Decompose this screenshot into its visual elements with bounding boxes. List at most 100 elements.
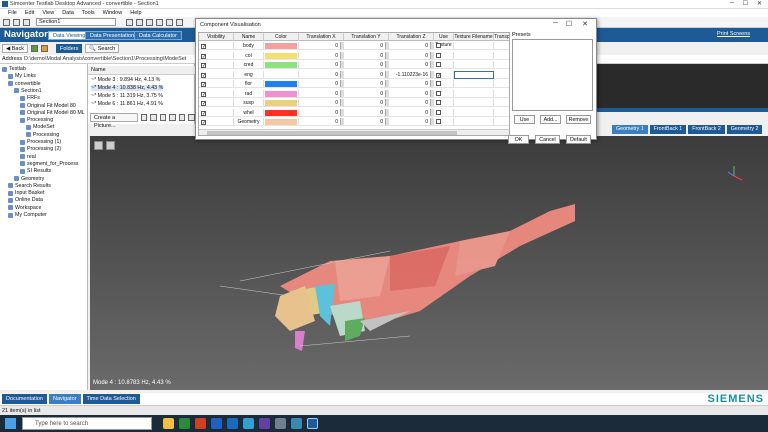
up-folder-icon[interactable] bbox=[41, 44, 48, 52]
add-button[interactable]: Add... bbox=[540, 115, 561, 124]
section-combo[interactable]: Section1 bbox=[36, 18, 116, 26]
cell-value[interactable]: eng bbox=[244, 72, 252, 78]
spin-arrows-icon[interactable] bbox=[340, 99, 343, 106]
geometry-viewport[interactable] bbox=[90, 136, 768, 390]
tab-documentation[interactable]: Documentation bbox=[2, 394, 47, 404]
spin-arrows-icon[interactable] bbox=[340, 61, 343, 68]
list-item[interactable]: ~* Mode 5 : 11.319 Hz, 3.75 % bbox=[91, 93, 163, 99]
app-icon-9[interactable] bbox=[291, 418, 302, 429]
tree-node[interactable]: Original Fit Model 80 bbox=[20, 103, 76, 109]
menu-data[interactable]: Data bbox=[62, 10, 74, 16]
spin-arrows-icon[interactable] bbox=[385, 99, 388, 106]
tool-icon-1[interactable] bbox=[126, 18, 133, 26]
list-item[interactable]: ~* Mode 3 : 9.894 Hz, 4.13 % bbox=[91, 77, 160, 83]
cell-value[interactable]: cred bbox=[244, 62, 254, 68]
search-button[interactable]: 🔍 Search bbox=[85, 43, 120, 53]
forward-icon[interactable] bbox=[31, 44, 38, 52]
tree-node[interactable]: My Links bbox=[8, 73, 36, 79]
tree-node[interactable]: My Computer bbox=[8, 212, 47, 218]
table-cell[interactable] bbox=[494, 61, 509, 69]
table-cell[interactable] bbox=[454, 80, 494, 88]
pic-tool-icon-1[interactable] bbox=[140, 113, 148, 121]
save-icon[interactable] bbox=[23, 18, 30, 26]
cell-value[interactable]: 0 bbox=[425, 119, 428, 125]
cancel-button[interactable]: Cancel bbox=[535, 135, 560, 144]
table-cell[interactable] bbox=[454, 108, 494, 117]
spin-arrows-icon[interactable] bbox=[430, 42, 433, 49]
table-cell[interactable] bbox=[454, 42, 494, 50]
cell-value[interactable]: 0 bbox=[335, 119, 338, 125]
color-swatch[interactable] bbox=[265, 81, 297, 87]
cell-value[interactable]: 0 bbox=[425, 81, 428, 87]
spin-arrows-icon[interactable] bbox=[385, 108, 388, 116]
visibility-checkbox[interactable]: ✓ bbox=[201, 44, 206, 50]
color-swatch[interactable] bbox=[265, 100, 297, 106]
cell-value[interactable]: 0 bbox=[380, 53, 383, 59]
print-screens-link[interactable]: Print Screens bbox=[717, 31, 750, 37]
cell-value[interactable]: 0 bbox=[425, 100, 428, 106]
spin-arrows-icon[interactable] bbox=[340, 42, 343, 49]
menu-view[interactable]: View bbox=[42, 10, 54, 16]
use-texture-checkbox[interactable]: ✓ bbox=[436, 72, 441, 78]
open-icon[interactable] bbox=[13, 18, 20, 26]
color-swatch[interactable] bbox=[265, 119, 297, 125]
cell-value[interactable]: 0 bbox=[335, 62, 338, 68]
color-swatch[interactable] bbox=[265, 52, 297, 59]
maximize-button[interactable]: ☐ bbox=[743, 0, 748, 7]
pic-tool-icon-4[interactable] bbox=[169, 113, 176, 121]
tree-node[interactable]: segment_for_Process bbox=[20, 161, 79, 167]
color-swatch[interactable] bbox=[265, 43, 297, 49]
table-cell[interactable] bbox=[494, 80, 509, 88]
minimize-button[interactable]: ─ bbox=[730, 0, 734, 6]
pic-tool-icon-5[interactable] bbox=[178, 113, 186, 121]
menu-tools[interactable]: Tools bbox=[82, 10, 95, 16]
cell-value[interactable]: 0 bbox=[380, 62, 383, 68]
menu-file[interactable]: File bbox=[8, 10, 17, 16]
spin-arrows-icon[interactable] bbox=[385, 89, 388, 97]
cell-value[interactable]: 0 bbox=[425, 110, 428, 116]
cell-value[interactable]: flor bbox=[245, 81, 252, 87]
visibility-checkbox[interactable]: ✓ bbox=[201, 63, 206, 69]
spin-arrows-icon[interactable] bbox=[385, 118, 388, 125]
tree-node[interactable]: Processing (1) bbox=[20, 139, 61, 145]
use-texture-checkbox[interactable] bbox=[436, 62, 441, 67]
visibility-checkbox[interactable]: ✓ bbox=[201, 91, 206, 97]
powerpoint-icon[interactable] bbox=[195, 418, 206, 429]
cell-value[interactable]: 0 bbox=[380, 81, 383, 87]
spin-arrows-icon[interactable] bbox=[430, 99, 433, 106]
ok-button[interactable]: OK bbox=[508, 135, 529, 144]
tree-node[interactable]: Workspace bbox=[8, 205, 41, 211]
folders-button[interactable]: Folders bbox=[56, 43, 83, 53]
cell-value[interactable]: 0 bbox=[335, 53, 338, 59]
spin-arrows-icon[interactable] bbox=[340, 80, 343, 87]
tab-geometry-1[interactable]: Geometry 1 bbox=[612, 125, 648, 134]
address-input[interactable]: D:\demo\Modal Analysis\convertible\Secti… bbox=[24, 56, 186, 62]
cell-value[interactable]: body bbox=[243, 43, 254, 49]
cell-value[interactable]: 0 bbox=[335, 100, 338, 106]
table-cell[interactable] bbox=[494, 71, 509, 79]
tab-data-calculator[interactable]: Data Calculator bbox=[134, 31, 182, 40]
pic-tool-icon-3[interactable] bbox=[159, 113, 167, 121]
pic-tool-icon-2[interactable] bbox=[150, 113, 157, 121]
cell-value[interactable]: 0 bbox=[380, 110, 383, 116]
use-texture-checkbox[interactable] bbox=[436, 81, 441, 86]
list-item[interactable]: ~* Mode 6 : 11.861 Hz, 4.91 % bbox=[91, 101, 163, 107]
tool-icon-4[interactable] bbox=[156, 18, 163, 26]
cell-value[interactable]: Geometry bbox=[238, 119, 260, 125]
spin-arrows-icon[interactable] bbox=[430, 80, 433, 87]
tree-node[interactable]: Online Data bbox=[8, 197, 43, 203]
use-texture-checkbox[interactable] bbox=[436, 90, 441, 96]
cell-value[interactable]: 0 bbox=[425, 91, 428, 97]
spin-arrows-icon[interactable] bbox=[385, 61, 388, 68]
excel-icon[interactable] bbox=[179, 418, 190, 429]
menu-help[interactable]: Help bbox=[130, 10, 141, 16]
cell-value[interactable]: 0 bbox=[425, 62, 428, 68]
cell-value[interactable]: 0 bbox=[380, 100, 383, 106]
dialog-minimize-button[interactable]: ─ bbox=[553, 20, 558, 27]
cell-value[interactable]: whel bbox=[243, 110, 253, 116]
table-cell[interactable] bbox=[454, 99, 494, 107]
cell-value[interactable]: 0 bbox=[335, 43, 338, 49]
spin-arrows-icon[interactable] bbox=[430, 70, 433, 78]
tree-node[interactable]: Geometry bbox=[14, 176, 44, 182]
spin-arrows-icon[interactable] bbox=[385, 80, 388, 87]
